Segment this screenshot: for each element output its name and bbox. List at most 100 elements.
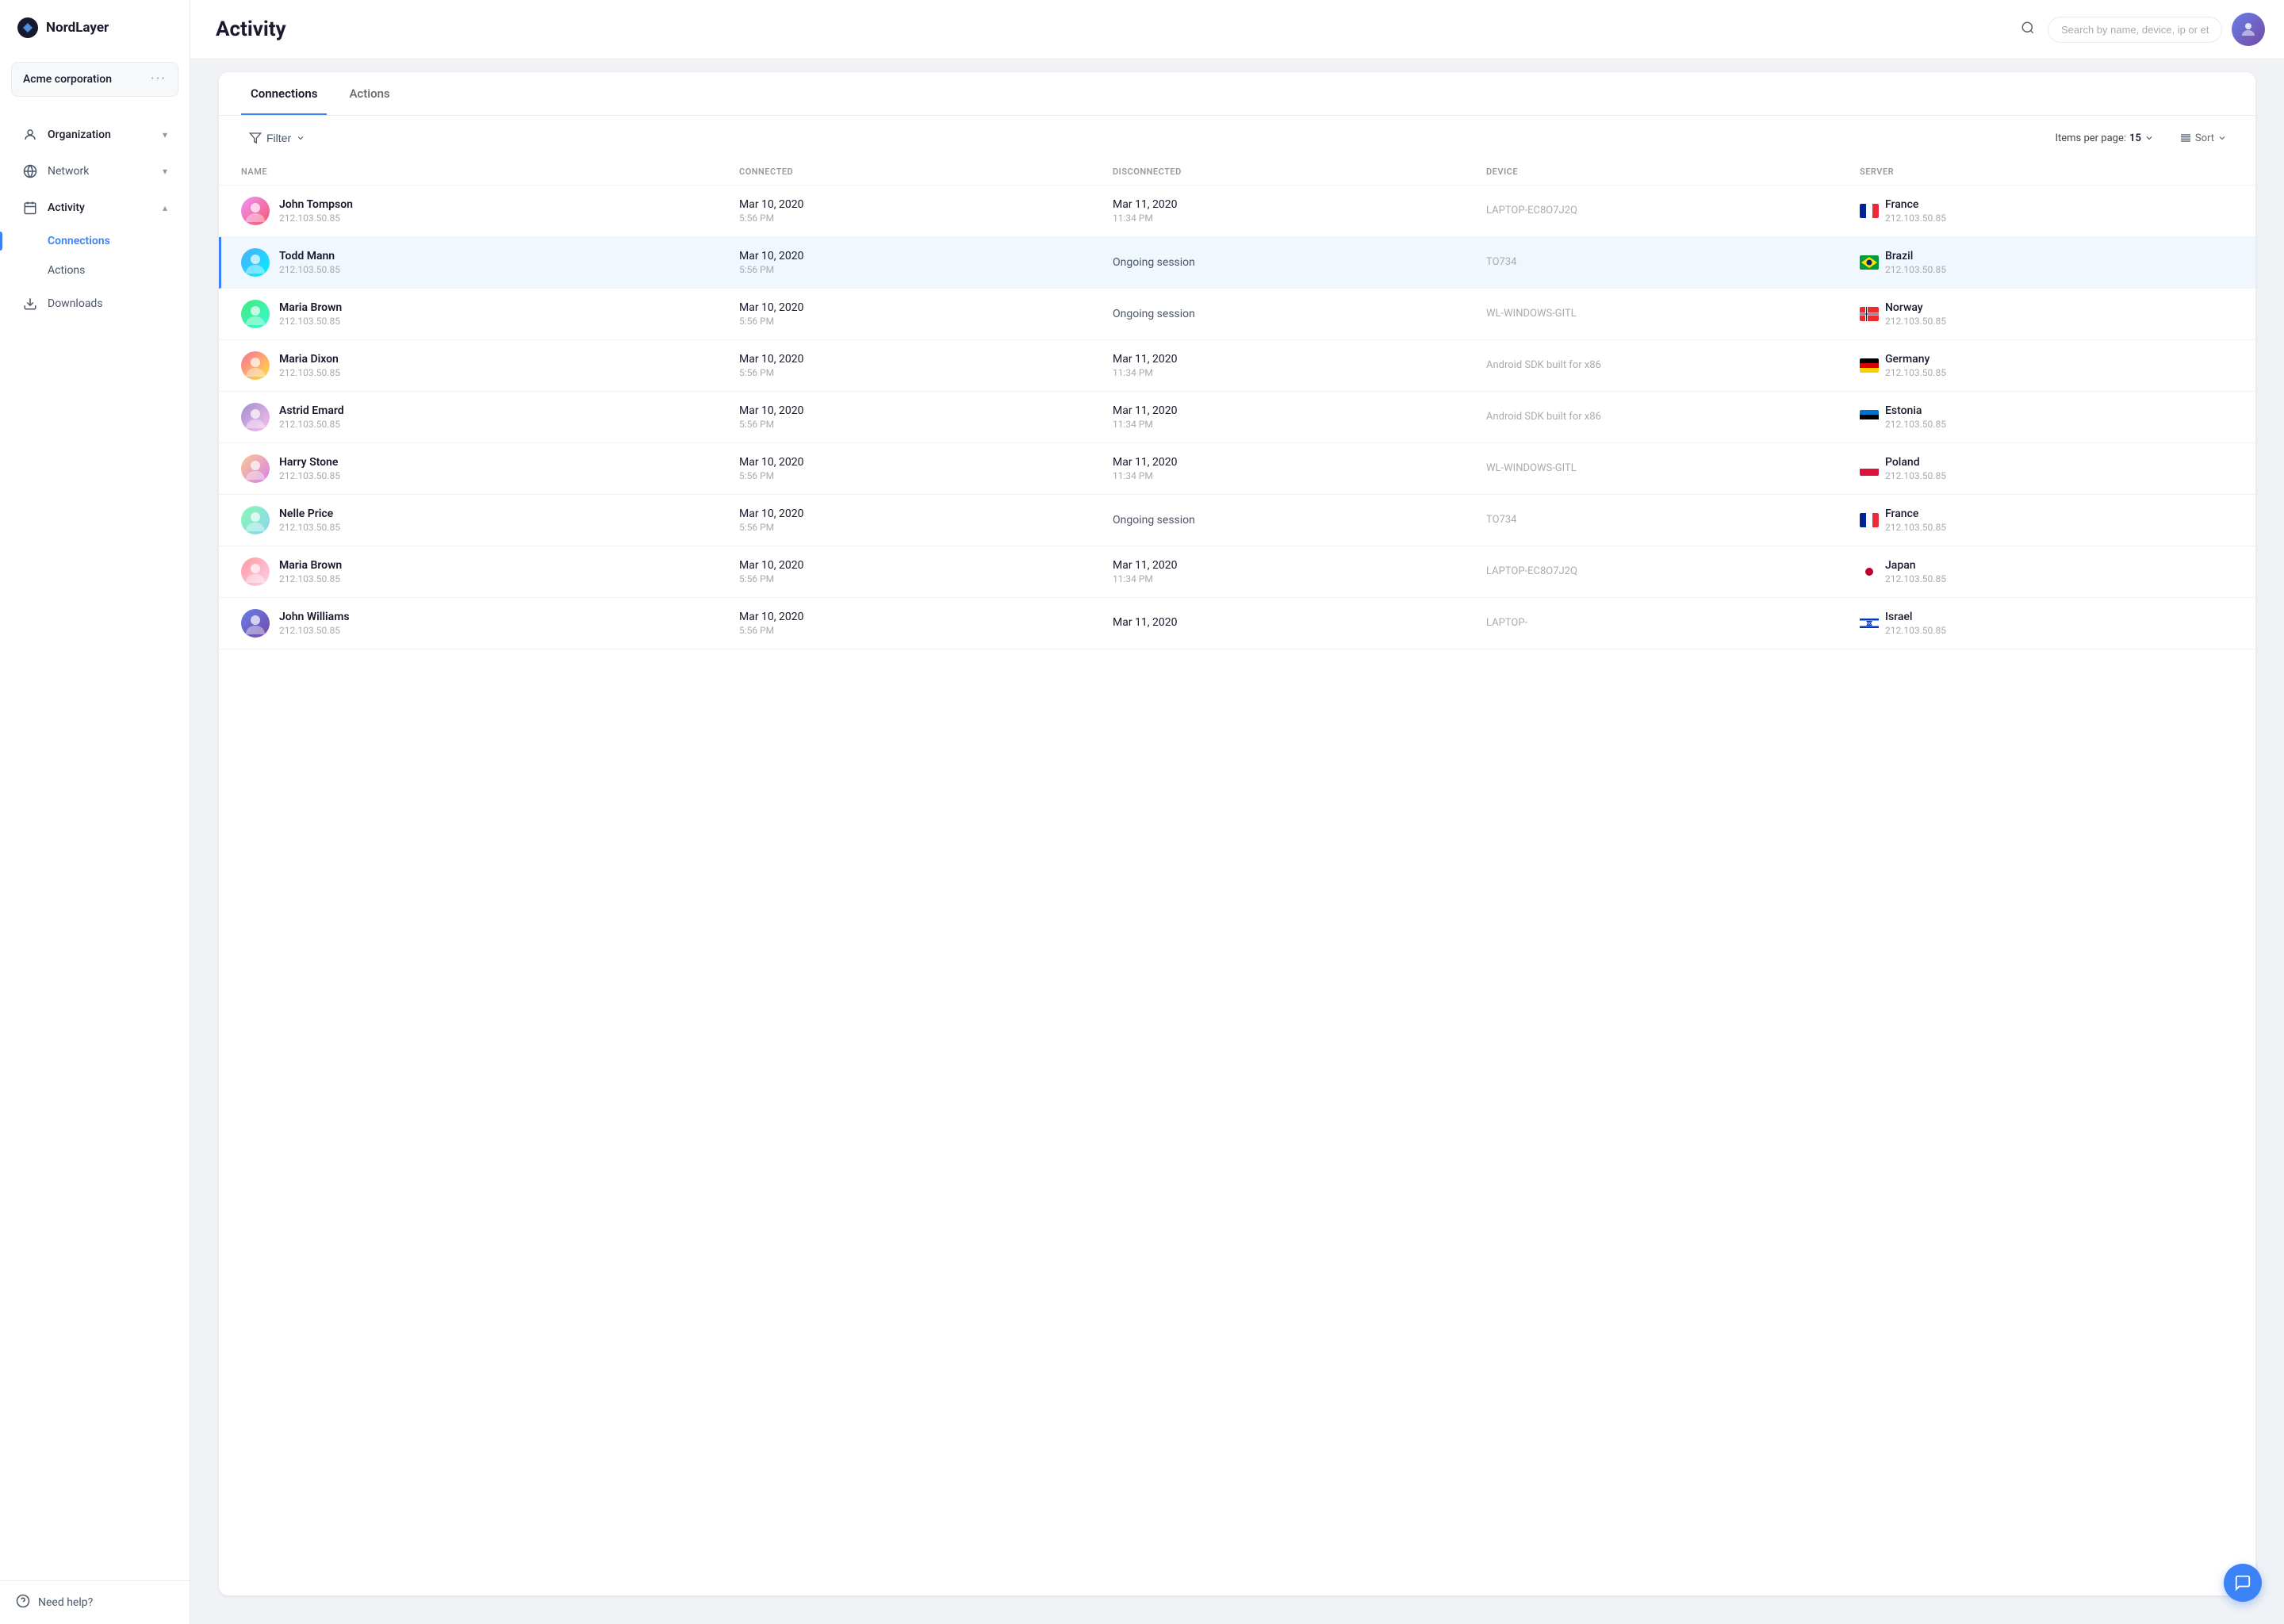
server-info: Norway 212.103.50.85 xyxy=(1885,301,1946,327)
col-disconnected: DISCONNECTED xyxy=(1113,167,1486,177)
avatar xyxy=(241,506,270,534)
sidebar-item-actions[interactable]: Actions xyxy=(6,256,183,285)
flag-icon xyxy=(1860,462,1879,476)
content-area: Connections Actions Filter xyxy=(219,72,2255,1595)
col-connected: CONNECTED xyxy=(739,167,1113,177)
items-per-page-selector[interactable]: Items per page: 15 xyxy=(2048,129,2159,147)
name-primary: John Tompson xyxy=(279,198,353,211)
name-primary: Astrid Emard xyxy=(279,404,344,417)
sidebar-item-downloads[interactable]: Downloads xyxy=(6,286,183,321)
name-block: Astrid Emard 212.103.50.85 xyxy=(279,404,344,430)
cell-connected: Mar 10, 2020 5:56 PM xyxy=(739,559,1113,584)
connections-label: Connections xyxy=(48,235,110,247)
table-row[interactable]: Maria Brown 212.103.50.85 Mar 10, 2020 5… xyxy=(219,289,2255,340)
flag-icon xyxy=(1860,410,1879,424)
tabs-bar: Connections Actions xyxy=(219,72,2255,116)
name-primary: Maria Dixon xyxy=(279,353,340,366)
cell-device: LAPTOP-EC8O7J2Q xyxy=(1486,204,1860,218)
filter-button[interactable]: Filter xyxy=(241,127,313,149)
name-ip: 212.103.50.85 xyxy=(279,419,344,430)
name-primary: Maria Brown xyxy=(279,301,342,314)
table-row[interactable]: Maria Brown 212.103.50.85 Mar 10, 2020 5… xyxy=(219,546,2255,598)
table-row[interactable]: Harry Stone 212.103.50.85 Mar 10, 2020 5… xyxy=(219,443,2255,495)
server-info: Brazil 212.103.50.85 xyxy=(1885,250,1946,275)
connected-date: Mar 10, 2020 xyxy=(739,404,1113,417)
table-row[interactable]: Nelle Price 212.103.50.85 Mar 10, 2020 5… xyxy=(219,495,2255,546)
flag-icon xyxy=(1860,565,1879,579)
avatar xyxy=(241,557,270,586)
network-label: Network xyxy=(48,165,89,178)
server-ip: 212.103.50.85 xyxy=(1885,419,1946,430)
server-info: Estonia 212.103.50.85 xyxy=(1885,404,1946,430)
cell-disconnected: Mar 11, 202011:34 PM xyxy=(1113,353,1486,378)
connected-time: 5:56 PM xyxy=(739,316,1113,327)
server-info: France 212.103.50.85 xyxy=(1885,198,1946,224)
server-ip: 212.103.50.85 xyxy=(1885,264,1946,275)
need-help-text: Need help? xyxy=(38,1596,93,1609)
cell-name: Nelle Price 212.103.50.85 xyxy=(241,506,739,534)
search-icon-button[interactable] xyxy=(2018,17,2038,42)
name-block: Harry Stone 212.103.50.85 xyxy=(279,456,340,481)
cell-device: WL-WINDOWS-GITL xyxy=(1486,307,1860,321)
app-name: NordLayer xyxy=(46,20,109,36)
cell-connected: Mar 10, 2020 5:56 PM xyxy=(739,353,1113,378)
nordlayer-logo-icon xyxy=(16,16,40,40)
table-row[interactable]: Maria Dixon 212.103.50.85 Mar 10, 2020 5… xyxy=(219,340,2255,392)
need-help-link[interactable]: Need help? xyxy=(16,1594,174,1611)
actions-label: Actions xyxy=(48,264,85,277)
cell-server: Brazil 212.103.50.85 xyxy=(1860,250,2233,275)
server-ip: 212.103.50.85 xyxy=(1885,316,1946,327)
org-selector[interactable]: Acme corporation ··· xyxy=(11,62,178,97)
avatar xyxy=(241,300,270,328)
sidebar-nav: Organization ▾ Network ▾ Activity ▴ xyxy=(0,109,190,1580)
server-country: Germany xyxy=(1885,353,1946,366)
table-row[interactable]: Todd Mann 212.103.50.85 Mar 10, 2020 5:5… xyxy=(219,237,2255,289)
tab-connections[interactable]: Connections xyxy=(241,72,327,115)
sidebar-item-connections[interactable]: Connections xyxy=(6,227,183,255)
sort-button[interactable]: Sort xyxy=(2173,128,2233,147)
page-header: Activity xyxy=(190,0,2284,59)
cell-name: John Tompson 212.103.50.85 xyxy=(241,197,739,225)
search-input[interactable] xyxy=(2048,17,2222,43)
connected-date: Mar 10, 2020 xyxy=(739,508,1113,520)
name-ip: 212.103.50.85 xyxy=(279,316,342,327)
connected-date: Mar 10, 2020 xyxy=(739,353,1113,366)
cell-server: Germany 212.103.50.85 xyxy=(1860,353,2233,378)
user-avatar-img xyxy=(2232,13,2265,46)
cell-server: Estonia 212.103.50.85 xyxy=(1860,404,2233,430)
table-row[interactable]: John Tompson 212.103.50.85 Mar 10, 2020 … xyxy=(219,186,2255,237)
table-row[interactable]: John Williams 212.103.50.85 Mar 10, 2020… xyxy=(219,598,2255,649)
cell-connected: Mar 10, 2020 5:56 PM xyxy=(739,198,1113,224)
activity-chevron: ▴ xyxy=(163,202,167,213)
sidebar-item-organization[interactable]: Organization ▾ xyxy=(6,117,183,152)
cell-device: Android SDK built for x86 xyxy=(1486,410,1860,424)
server-country: Estonia xyxy=(1885,404,1946,417)
cell-connected: Mar 10, 2020 5:56 PM xyxy=(739,456,1113,481)
server-country: France xyxy=(1885,508,1946,520)
name-ip: 212.103.50.85 xyxy=(279,367,340,378)
name-primary: Todd Mann xyxy=(279,250,340,262)
connected-time: 5:56 PM xyxy=(739,625,1113,636)
server-country: Israel xyxy=(1885,611,1946,623)
cell-device: Android SDK built for x86 xyxy=(1486,358,1860,373)
server-ip: 212.103.50.85 xyxy=(1885,470,1946,481)
table-row[interactable]: Astrid Emard 212.103.50.85 Mar 10, 2020 … xyxy=(219,392,2255,443)
connected-time: 5:56 PM xyxy=(739,573,1113,584)
connected-date: Mar 10, 2020 xyxy=(739,456,1113,469)
server-info: Germany 212.103.50.85 xyxy=(1885,353,1946,378)
cell-connected: Mar 10, 2020 5:56 PM xyxy=(739,250,1113,275)
cell-name: Maria Dixon 212.103.50.85 xyxy=(241,351,739,380)
connected-date: Mar 10, 2020 xyxy=(739,198,1113,211)
cell-device: TO734 xyxy=(1486,513,1860,527)
chat-button[interactable] xyxy=(2224,1564,2262,1602)
network-icon xyxy=(22,163,38,179)
org-name: Acme corporation xyxy=(23,73,112,86)
user-avatar-header[interactable] xyxy=(2232,13,2265,46)
cell-name: Maria Brown 212.103.50.85 xyxy=(241,300,739,328)
sidebar-item-activity[interactable]: Activity ▴ xyxy=(6,190,183,225)
cell-server: France 212.103.50.85 xyxy=(1860,198,2233,224)
tab-actions[interactable]: Actions xyxy=(339,72,399,115)
server-ip: 212.103.50.85 xyxy=(1885,522,1946,533)
cell-server: France 212.103.50.85 xyxy=(1860,508,2233,533)
sidebar-item-network[interactable]: Network ▾ xyxy=(6,154,183,189)
